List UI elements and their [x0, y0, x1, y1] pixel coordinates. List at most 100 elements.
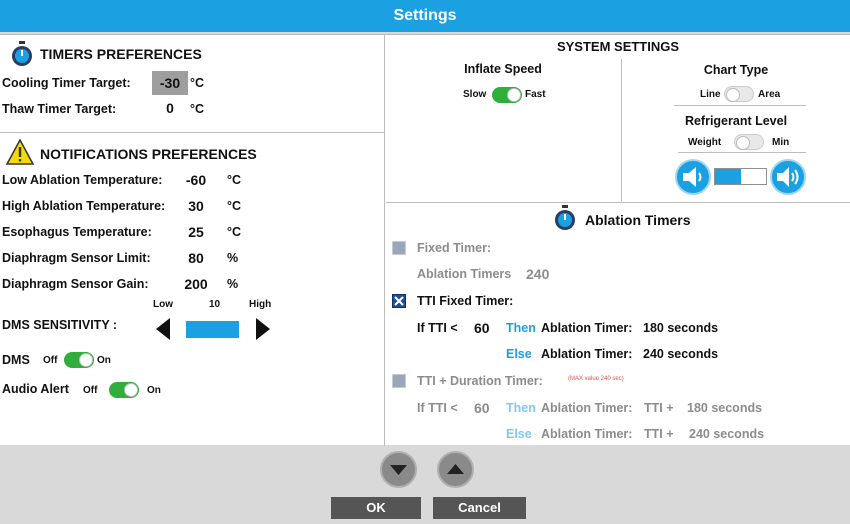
dms-toggle[interactable]	[64, 352, 94, 368]
notification-value[interactable]: -60	[168, 172, 224, 188]
warning-icon	[5, 138, 35, 165]
notification-unit: °C	[227, 173, 242, 187]
tti-else-text: Ablation Timer:	[541, 347, 633, 361]
ablation-timers-title: Ablation Timers	[585, 212, 691, 228]
tti-then-keyword: Then	[506, 321, 536, 335]
inflate-slow-label: Slow	[463, 89, 487, 100]
dms-off-label: Off	[43, 355, 58, 366]
window-title: Settings	[0, 0, 850, 32]
sensitivity-low-label: Low	[153, 299, 173, 310]
notifications-title: NOTIFICATIONS PREFERENCES	[40, 146, 257, 162]
refrigerant-min-label: Min	[772, 137, 790, 148]
chevron-down-icon	[390, 465, 407, 475]
sensitivity-decrease-button[interactable]	[155, 318, 171, 340]
refrigerant-level-label: Refrigerant Level	[684, 114, 788, 128]
cancel-button[interactable]: Cancel	[433, 497, 526, 519]
notification-value[interactable]: 80	[168, 250, 224, 266]
volume-up-button[interactable]	[770, 159, 806, 195]
tti-else-keyword: Else	[506, 347, 532, 361]
notification-label: Esophagus Temperature:	[2, 225, 152, 239]
sensitivity-level-bar	[186, 321, 239, 338]
scroll-down-button[interactable]	[380, 451, 417, 488]
tti-fixed-checkbox[interactable]	[392, 294, 406, 308]
volume-level-bar	[714, 168, 767, 185]
cooling-timer-label: Cooling Timer Target:	[2, 76, 131, 90]
sensitivity-high-label: High	[249, 299, 272, 310]
thaw-timer-unit: °C	[190, 102, 205, 116]
chevron-up-icon	[447, 464, 464, 474]
notification-label: Diaphragm Sensor Limit:	[2, 251, 151, 265]
volume-level-fill	[715, 169, 741, 184]
audio-alert-toggle[interactable]	[109, 382, 139, 398]
toggle-knob	[507, 88, 521, 102]
tti-if-label: If TTI <	[417, 321, 458, 335]
inflate-speed-toggle[interactable]	[492, 87, 522, 103]
dms-on-label: On	[97, 355, 111, 366]
tti-threshold[interactable]: 60	[474, 320, 490, 336]
tti-else-value[interactable]: 240 seconds	[643, 347, 718, 361]
fixed-timer-value[interactable]: 240	[526, 266, 549, 282]
right-column: SYSTEM SETTINGS Inflate Speed Slow Fast …	[386, 35, 850, 446]
cooling-timer-input[interactable]: -30	[152, 71, 188, 95]
duration-then-keyword: Then	[506, 401, 536, 415]
dms-label: DMS	[2, 353, 30, 367]
footer-bar: OK Cancel	[0, 446, 850, 524]
timers-title: TIMERS PREFERENCES	[40, 46, 202, 62]
tti-duration-label: TTI + Duration Timer:	[417, 374, 543, 388]
tti-fixed-label: TTI Fixed Timer:	[417, 294, 514, 308]
tti-then-value[interactable]: 180 seconds	[643, 321, 718, 335]
volume-down-button[interactable]	[675, 159, 711, 195]
notification-label: Low Ablation Temperature:	[2, 173, 163, 187]
fixed-timer-checkbox[interactable]	[392, 241, 406, 255]
duration-then-text: Ablation Timer:	[541, 401, 633, 415]
toggle-knob	[726, 88, 740, 102]
notification-unit: °C	[227, 225, 242, 239]
notification-value[interactable]: 200	[168, 276, 224, 292]
chart-area-label: Area	[758, 89, 781, 100]
ok-button[interactable]: OK	[331, 497, 421, 519]
duration-threshold[interactable]: 60	[474, 400, 490, 416]
notification-label: High Ablation Temperature:	[2, 199, 166, 213]
divider	[678, 152, 806, 153]
notification-label: Diaphragm Sensor Gain:	[2, 277, 149, 291]
left-column: TIMERS PREFERENCES Cooling Timer Target:…	[0, 35, 385, 446]
fixed-timer-label: Fixed Timer:	[417, 241, 492, 255]
sensitivity-increase-button[interactable]	[255, 318, 271, 340]
thaw-timer-input[interactable]: 0	[152, 100, 188, 116]
duration-else-text: Ablation Timer:	[541, 427, 633, 441]
chart-type-toggle[interactable]	[724, 86, 754, 102]
refrigerant-weight-label: Weight	[688, 137, 722, 148]
tti-duration-checkbox[interactable]	[392, 374, 406, 388]
duration-else-value[interactable]: 240 seconds	[689, 427, 764, 441]
notification-value[interactable]: 25	[168, 224, 224, 240]
duration-then-tti: TTI +	[644, 401, 674, 415]
duration-else-keyword: Else	[506, 427, 532, 441]
notification-unit: °C	[227, 199, 242, 213]
system-settings-title: SYSTEM SETTINGS	[556, 39, 680, 54]
refrigerant-toggle[interactable]	[734, 134, 764, 150]
divider	[0, 132, 385, 133]
tti-duration-note: (MAX value 240 sec)	[568, 376, 624, 382]
inflate-fast-label: Fast	[525, 89, 546, 100]
divider	[386, 202, 850, 203]
cooling-timer-unit: °C	[190, 76, 205, 90]
audio-on-label: On	[147, 385, 161, 396]
scroll-up-button[interactable]	[437, 451, 474, 488]
audio-off-label: Off	[83, 385, 98, 396]
toggle-knob	[79, 353, 93, 367]
tti-then-text: Ablation Timer:	[541, 321, 633, 335]
inflate-speed-label: Inflate Speed	[464, 62, 542, 76]
settings-panel: TIMERS PREFERENCES Cooling Timer Target:…	[0, 34, 850, 446]
chart-line-label: Line	[700, 89, 721, 100]
toggle-knob	[736, 136, 750, 150]
thaw-timer-label: Thaw Timer Target:	[2, 102, 117, 116]
notification-value[interactable]: 30	[168, 198, 224, 214]
notification-unit: %	[227, 251, 239, 265]
divider	[621, 59, 622, 201]
audio-alert-label: Audio Alert	[2, 382, 69, 396]
duration-then-value[interactable]: 180 seconds	[687, 401, 762, 415]
chart-type-label: Chart Type	[703, 63, 769, 77]
sensitivity-mid-label: 10	[209, 299, 221, 310]
stopwatch-icon	[10, 41, 34, 67]
divider	[674, 105, 806, 106]
